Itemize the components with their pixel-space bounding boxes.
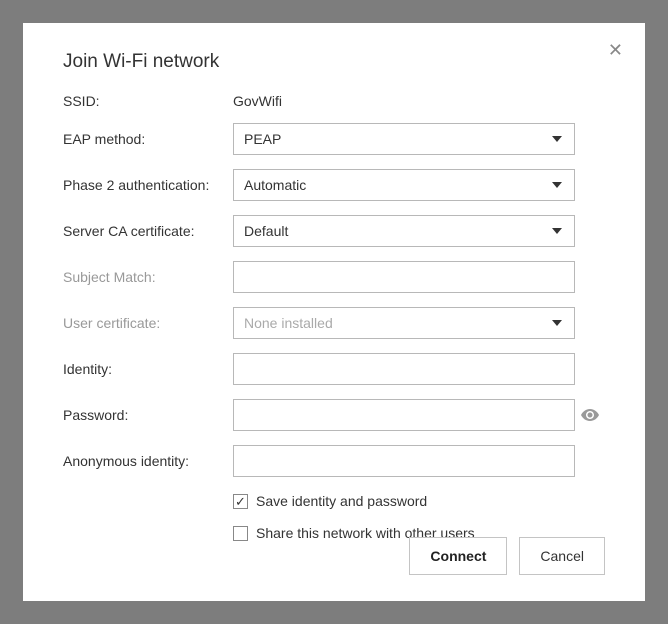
password-input[interactable]: [233, 399, 575, 431]
form-grid: SSID: GovWifi EAP method: PEAP Phase 2 a…: [63, 93, 605, 541]
user-cert-value: None installed: [244, 315, 333, 331]
eap-method-label: EAP method:: [63, 131, 233, 147]
save-credentials-checkbox[interactable]: [233, 494, 248, 509]
chevron-down-icon: [552, 228, 562, 234]
server-ca-dropdown[interactable]: Default: [233, 215, 575, 247]
close-button[interactable]: ✕: [604, 37, 627, 63]
phase2-value: Automatic: [244, 177, 306, 193]
anon-identity-input[interactable]: [233, 445, 575, 477]
eye-icon: [581, 409, 599, 421]
identity-input[interactable]: [233, 353, 575, 385]
dialog-title: Join Wi-Fi network: [63, 51, 605, 73]
save-credentials-label: Save identity and password: [256, 493, 427, 509]
show-password-button[interactable]: [575, 409, 605, 421]
chevron-down-icon: [552, 182, 562, 188]
eap-method-value: PEAP: [244, 131, 281, 147]
cancel-button[interactable]: Cancel: [519, 537, 605, 575]
close-icon: ✕: [608, 40, 623, 60]
server-ca-value: Default: [244, 223, 288, 239]
eap-method-dropdown[interactable]: PEAP: [233, 123, 575, 155]
identity-label: Identity:: [63, 361, 233, 377]
ssid-label: SSID:: [63, 93, 233, 109]
subject-match-input[interactable]: [233, 261, 575, 293]
save-credentials-row[interactable]: Save identity and password: [233, 493, 605, 509]
password-label: Password:: [63, 407, 233, 423]
chevron-down-icon: [552, 320, 562, 326]
button-row: Connect Cancel: [409, 537, 605, 575]
subject-match-label: Subject Match:: [63, 269, 233, 285]
connect-button[interactable]: Connect: [409, 537, 507, 575]
ssid-value: GovWifi: [233, 93, 575, 109]
user-cert-dropdown[interactable]: None installed: [233, 307, 575, 339]
share-network-checkbox[interactable]: [233, 526, 248, 541]
phase2-dropdown[interactable]: Automatic: [233, 169, 575, 201]
anon-identity-label: Anonymous identity:: [63, 453, 233, 469]
server-ca-label: Server CA certificate:: [63, 223, 233, 239]
phase2-label: Phase 2 authentication:: [63, 177, 233, 193]
chevron-down-icon: [552, 136, 562, 142]
wifi-join-dialog: ✕ Join Wi-Fi network SSID: GovWifi EAP m…: [23, 23, 645, 601]
user-cert-label: User certificate:: [63, 315, 233, 331]
